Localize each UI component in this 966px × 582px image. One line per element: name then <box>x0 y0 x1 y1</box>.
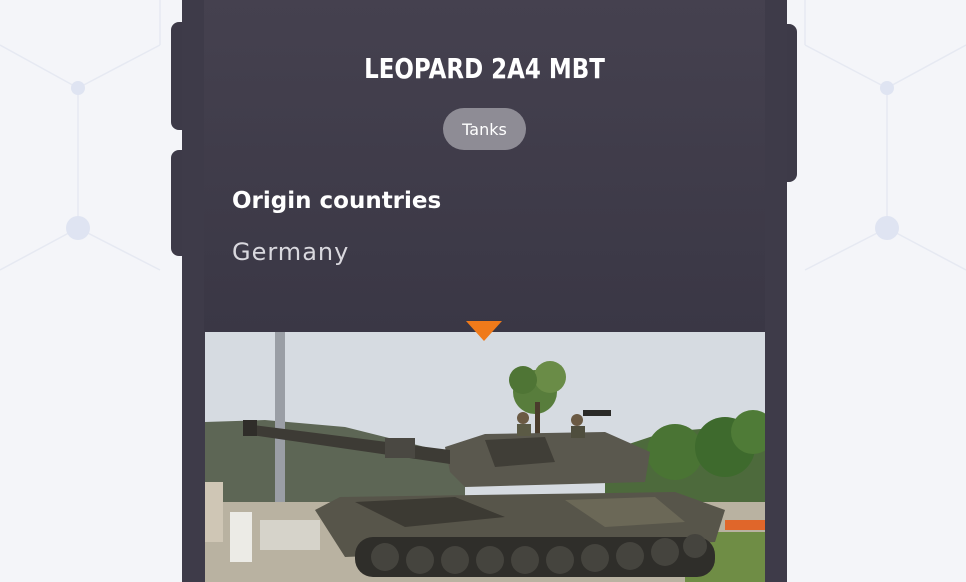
category-badge[interactable]: Tanks <box>443 108 526 150</box>
triangle-down-icon <box>466 321 502 341</box>
vehicle-info-card: LEOPARD 2A4 MBT Tanks Origin countries G… <box>204 0 765 332</box>
origin-countries-label: Origin countries <box>232 188 442 214</box>
origin-countries-value: Germany <box>232 238 350 266</box>
vehicle-title: LEOPARD 2A4 MBT <box>364 52 605 85</box>
phone-screen: LEOPARD 2A4 MBT Tanks Origin countries G… <box>182 0 787 582</box>
vehicle-photo <box>205 332 765 582</box>
